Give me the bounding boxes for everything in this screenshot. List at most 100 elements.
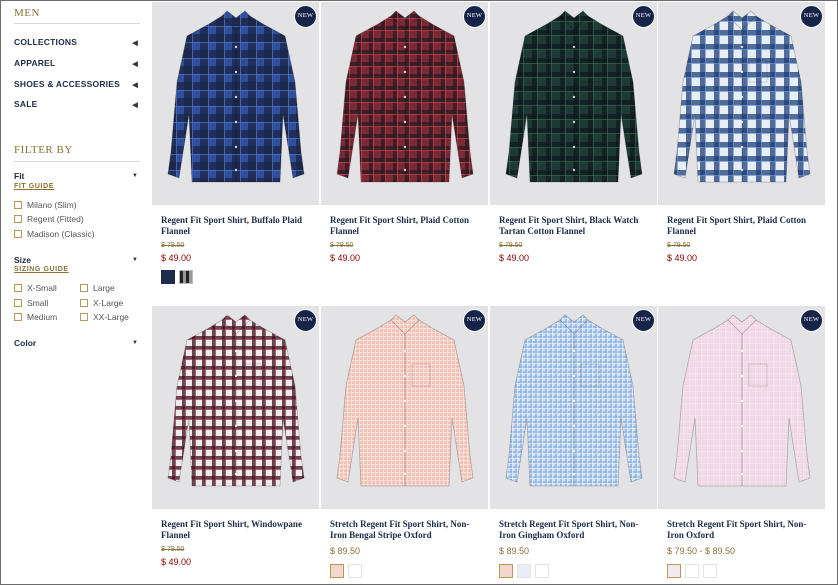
- product-name[interactable]: Regent Fit Sport Shirt, Plaid Cotton Fla…: [330, 215, 486, 237]
- sizing-guide-link[interactable]: SIZING GUIDE: [14, 266, 69, 273]
- checkbox[interactable]: [80, 313, 88, 321]
- nav-shoes-accessories[interactable]: SHOES & ACCESSORIES ◀: [14, 79, 138, 95]
- sale-price: $ 49.00: [161, 557, 192, 567]
- shirt-illustration: [167, 10, 305, 183]
- nav-label: SALE: [14, 99, 38, 109]
- product-image[interactable]: [490, 306, 657, 509]
- product-name[interactable]: Regent Fit Sport Shirt, Windowpane Flann…: [161, 519, 317, 541]
- fit-option-milano[interactable]: Milano (Slim): [14, 199, 77, 211]
- product-image[interactable]: [658, 2, 825, 205]
- checkbox[interactable]: [14, 230, 22, 238]
- product-image[interactable]: [152, 306, 319, 509]
- product-name[interactable]: Regent Fit Sport Shirt, Plaid Cotton Fla…: [667, 215, 823, 237]
- swatch-white[interactable]: [348, 564, 362, 578]
- fit-option-madison[interactable]: Madison (Classic): [14, 228, 95, 240]
- product-image[interactable]: [490, 2, 657, 205]
- checkbox[interactable]: [14, 284, 22, 292]
- divider: [14, 23, 140, 24]
- size-option-xxlarge[interactable]: XX-Large: [80, 311, 129, 323]
- sale-price: $ 49.00: [161, 253, 192, 263]
- option-label: Medium: [27, 312, 58, 322]
- option-label: Milano (Slim): [27, 200, 77, 210]
- product-name[interactable]: Regent Fit Sport Shirt, Buffalo Plaid Fl…: [161, 215, 317, 237]
- swatch-lilac[interactable]: [667, 564, 681, 578]
- shirt-illustration: [673, 10, 811, 183]
- new-badge: NEW: [463, 5, 486, 28]
- nav-collections[interactable]: COLLECTIONS ◀: [14, 37, 138, 53]
- sale-price: $ 49.00: [330, 253, 361, 263]
- product-name[interactable]: Regent Fit Sport Shirt, Black Watch Tart…: [499, 215, 655, 237]
- option-label: Large: [93, 283, 115, 293]
- checkbox[interactable]: [14, 299, 22, 307]
- product-image[interactable]: [321, 306, 488, 509]
- checkbox[interactable]: [14, 313, 22, 321]
- filter-size-toggle[interactable]: Size ▼: [14, 255, 138, 265]
- size-option-xsmall[interactable]: X-Small: [14, 282, 57, 294]
- caret-down-icon: ▼: [132, 173, 138, 179]
- sidebar: MEN COLLECTIONS ◀ APPAREL ◀ SHOES & ACCE…: [1, 1, 151, 584]
- filter-color-toggle[interactable]: Color ▼: [14, 338, 138, 348]
- nav-sale[interactable]: SALE ◀: [14, 99, 138, 115]
- shirt-illustration: [336, 10, 474, 183]
- checkbox[interactable]: [14, 215, 22, 223]
- checkbox[interactable]: [14, 201, 22, 209]
- swatch-pink[interactable]: [330, 564, 344, 578]
- swatch-white[interactable]: [535, 564, 549, 578]
- option-label: X-Small: [27, 283, 57, 293]
- shirt-illustration: [505, 10, 643, 183]
- swatch-pink[interactable]: [499, 564, 513, 578]
- fit-option-regent[interactable]: Regent (Fitted): [14, 213, 84, 225]
- divider: [14, 161, 140, 162]
- product-name[interactable]: Stretch Regent Fit Sport Shirt, Non-Iron…: [499, 519, 655, 541]
- swatch-blue[interactable]: [517, 564, 531, 578]
- caret-left-icon: ◀: [132, 82, 138, 89]
- size-option-medium[interactable]: Medium: [14, 311, 57, 323]
- swatch-navy[interactable]: [161, 270, 175, 284]
- price: $ 89.50: [499, 546, 530, 556]
- original-price: $ 79.50: [161, 546, 185, 553]
- filter-fit-label: Fit: [14, 171, 25, 181]
- caret-left-icon: ◀: [132, 102, 138, 109]
- filter-color-label: Color: [14, 338, 37, 348]
- new-badge: NEW: [632, 309, 655, 332]
- nav-apparel[interactable]: APPAREL ◀: [14, 58, 138, 74]
- product-image[interactable]: [152, 2, 319, 205]
- new-badge: NEW: [632, 5, 655, 28]
- shirt-illustration: [167, 314, 305, 487]
- size-option-large[interactable]: Large: [80, 282, 115, 294]
- nav-label: APPAREL: [14, 58, 56, 68]
- option-label: Madison (Classic): [27, 229, 95, 239]
- caret-left-icon: ◀: [132, 61, 138, 68]
- shirt-illustration: [673, 314, 811, 487]
- checkbox[interactable]: [80, 299, 88, 307]
- nav-label: COLLECTIONS: [14, 37, 78, 47]
- price: $ 89.50: [330, 546, 361, 556]
- swatch-white[interactable]: [703, 564, 717, 578]
- fit-guide-link[interactable]: FIT GUIDE: [14, 183, 54, 190]
- shirt-illustration: [336, 314, 474, 487]
- option-label: Small: [27, 298, 49, 308]
- swatch-black-plaid[interactable]: [179, 270, 193, 284]
- original-price: $ 79.50: [667, 242, 691, 249]
- new-badge: NEW: [800, 309, 823, 332]
- product-image[interactable]: [321, 2, 488, 205]
- checkbox[interactable]: [80, 284, 88, 292]
- caret-down-icon: ▼: [132, 340, 138, 346]
- size-option-small[interactable]: Small: [14, 297, 48, 309]
- product-name[interactable]: Stretch Regent Fit Sport Shirt, Non-Iron…: [667, 519, 823, 541]
- category-title: MEN: [14, 7, 40, 19]
- size-option-xlarge[interactable]: X-Large: [80, 297, 123, 309]
- shirt-illustration: [505, 314, 643, 487]
- caret-down-icon: ▼: [132, 257, 138, 263]
- sale-price: $ 49.00: [499, 253, 530, 263]
- product-image[interactable]: [658, 306, 825, 509]
- product-name[interactable]: Stretch Regent Fit Sport Shirt, Non-Iron…: [330, 519, 486, 541]
- sale-price: $ 49.00: [667, 253, 698, 263]
- swatch-white[interactable]: [685, 564, 699, 578]
- option-label: Regent (Fitted): [27, 214, 84, 224]
- filter-fit-toggle[interactable]: Fit ▼: [14, 171, 138, 181]
- product-grid: NEW Regent Fit Sport Shirt, Buffalo Plai…: [151, 1, 837, 584]
- new-badge: NEW: [463, 309, 486, 332]
- filter-size-label: Size: [14, 255, 32, 265]
- new-badge: NEW: [294, 5, 317, 28]
